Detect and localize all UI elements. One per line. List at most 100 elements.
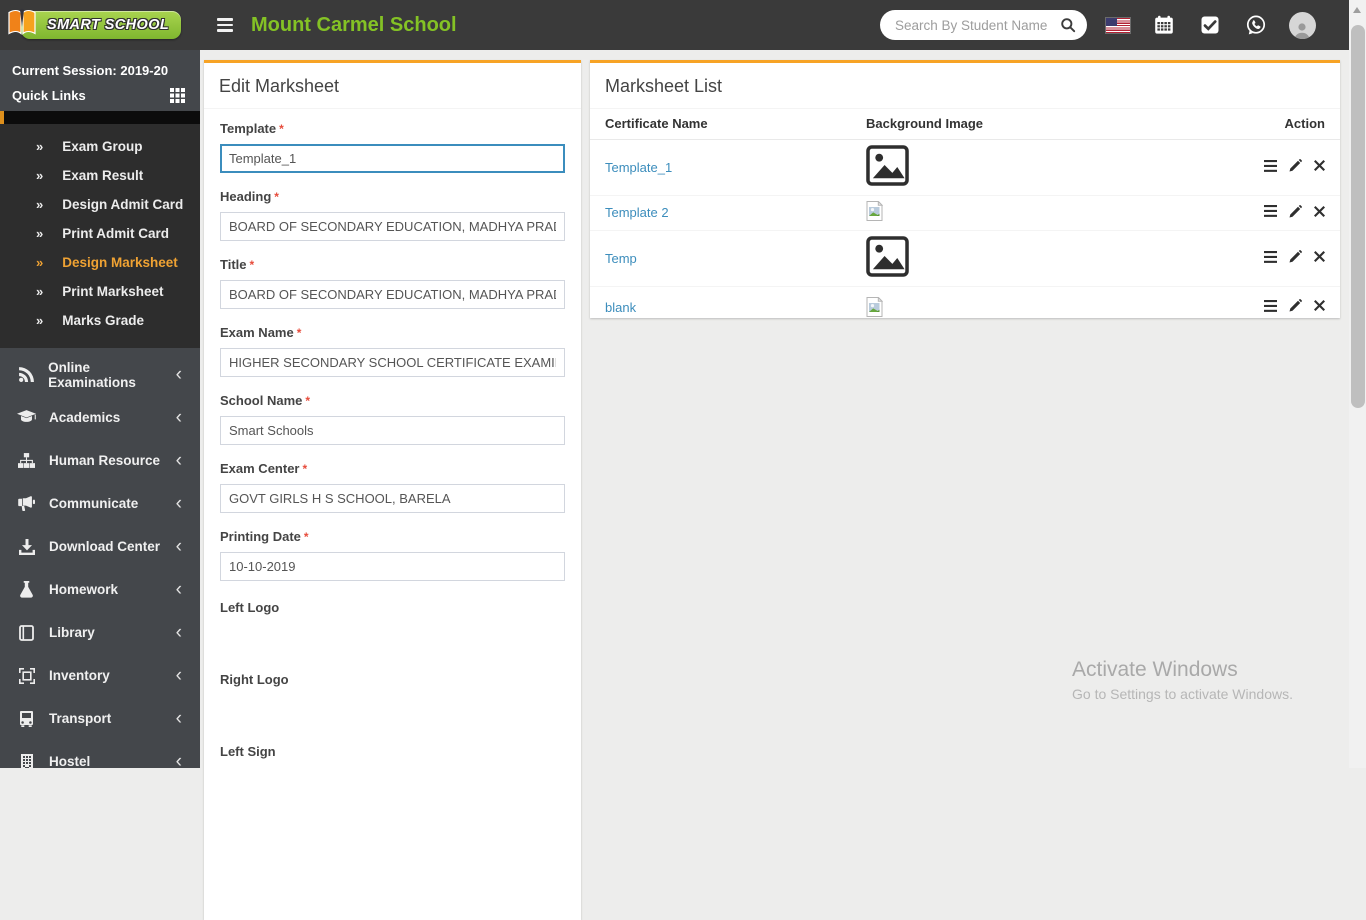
search-icon[interactable]	[1060, 17, 1076, 33]
list-icon[interactable]	[1264, 205, 1277, 218]
column-action: Action	[1228, 109, 1340, 140]
chevron-left-icon: ‹	[175, 407, 182, 428]
sidebar-item-print-marksheet[interactable]: » Print Marksheet	[0, 277, 200, 306]
pencil-icon[interactable]	[1289, 204, 1302, 218]
main-content: Edit Marksheet Template* Heading* Title*…	[200, 50, 1349, 920]
double-angle-icon: »	[36, 226, 44, 241]
sidebar-item-communicate[interactable]: Communicate ‹	[0, 482, 200, 525]
table-row: Temp	[590, 230, 1340, 287]
pencil-icon[interactable]	[1289, 299, 1302, 312]
box-icon	[16, 667, 37, 684]
certificate-link[interactable]: Template 2	[605, 205, 669, 220]
sidebar-item-transport[interactable]: Transport ‹	[0, 697, 200, 740]
pencil-icon[interactable]	[1289, 159, 1302, 172]
required-marker: *	[305, 394, 311, 408]
image-icon	[866, 145, 909, 186]
certificate-link[interactable]: Temp	[605, 251, 637, 266]
school-name-label: School Name *	[220, 393, 311, 408]
sidebar-item-human-resource[interactable]: Human Resource ‹	[0, 439, 200, 482]
user-menu-button[interactable]	[1279, 11, 1325, 39]
left-logo-label: Left Logo	[220, 600, 280, 615]
top-navbar: SMART SCHOOL Mount Carmel School	[0, 0, 1349, 50]
title-label: Title *	[220, 257, 255, 272]
school-name-input[interactable]	[220, 416, 565, 445]
chevron-left-icon: ‹	[175, 364, 182, 385]
template-label: Template *	[220, 121, 284, 136]
delete-icon[interactable]	[1314, 300, 1325, 312]
whatsapp-button[interactable]	[1233, 14, 1279, 36]
delete-icon[interactable]	[1314, 160, 1325, 172]
sidebar-item-library[interactable]: Library ‹	[0, 611, 200, 654]
flask-icon	[16, 581, 37, 598]
list-icon[interactable]	[1264, 159, 1277, 172]
rss-icon	[16, 366, 36, 383]
exam-name-input[interactable]	[220, 348, 565, 377]
delete-icon[interactable]	[1314, 205, 1325, 217]
sidebar: Current Session: 2019-20 Quick Links » E…	[0, 50, 200, 771]
required-marker: *	[303, 530, 309, 544]
sidebar-item-exam-result[interactable]: » Exam Result	[0, 161, 200, 190]
double-angle-icon: »	[36, 284, 44, 299]
pencil-icon[interactable]	[1289, 250, 1302, 263]
sidebar-item-exam-group[interactable]: » Exam Group	[0, 132, 200, 161]
bullhorn-icon	[16, 496, 37, 511]
heading-input[interactable]	[220, 212, 565, 241]
heading-label: Heading *	[220, 189, 279, 204]
quick-links[interactable]: Quick Links	[0, 78, 200, 111]
tasks-button[interactable]	[1187, 15, 1233, 35]
chevron-left-icon: ‹	[175, 536, 182, 557]
sidebar-toggle-button[interactable]	[213, 14, 237, 35]
sidebar-item-homework[interactable]: Homework ‹	[0, 568, 200, 611]
image-icon	[866, 236, 909, 277]
language-flag-button[interactable]	[1095, 17, 1141, 33]
left-sign-label: Left Sign	[220, 744, 276, 759]
double-angle-icon: »	[36, 255, 44, 270]
user-avatar	[1288, 11, 1316, 39]
broken-image-icon	[866, 292, 883, 318]
vertical-scrollbar[interactable]	[1349, 0, 1366, 768]
double-angle-icon: »	[36, 313, 44, 328]
delete-icon[interactable]	[1314, 251, 1325, 263]
exam-center-input[interactable]	[220, 484, 565, 513]
sidebar-item-inventory[interactable]: Inventory ‹	[0, 654, 200, 697]
sidebar-item-download-center[interactable]: Download Center ‹	[0, 525, 200, 568]
logo-area: SMART SCHOOL	[0, 0, 200, 50]
sidebar-item-design-admit-card[interactable]: » Design Admit Card	[0, 190, 200, 219]
student-search-box[interactable]	[880, 10, 1087, 40]
grid-icon	[170, 88, 185, 103]
scroll-up-arrow-icon[interactable]	[1353, 7, 1361, 13]
sidebar-item-print-admit-card[interactable]: » Print Admit Card	[0, 219, 200, 248]
calendar-button[interactable]	[1141, 15, 1187, 35]
certificate-link[interactable]: Template_1	[605, 160, 672, 175]
logo-text: SMART SCHOOL	[47, 17, 170, 33]
table-row: Template_1	[590, 139, 1340, 196]
exam-name-label: Exam Name *	[220, 325, 302, 340]
required-marker: *	[302, 462, 308, 476]
template-input[interactable]	[220, 144, 565, 173]
double-angle-icon: »	[36, 168, 44, 183]
list-icon[interactable]	[1264, 250, 1277, 263]
sidebar-item-hostel[interactable]: Hostel ‹	[0, 740, 200, 783]
calendar-icon	[1154, 15, 1174, 35]
app-logo[interactable]: SMART SCHOOL	[8, 8, 182, 39]
sidebar-item-academics[interactable]: Academics ‹	[0, 396, 200, 439]
printing-date-input[interactable]	[220, 552, 565, 581]
title-input[interactable]	[220, 280, 565, 309]
scrollbar-thumb[interactable]	[1350, 25, 1365, 408]
chevron-left-icon: ‹	[175, 450, 182, 471]
broken-image-icon	[866, 201, 883, 221]
exam-center-label: Exam Center *	[220, 461, 308, 476]
list-icon[interactable]	[1264, 299, 1277, 312]
sidebar-item-marks-grade[interactable]: » Marks Grade	[0, 306, 200, 335]
certificate-link[interactable]: blank	[605, 300, 636, 315]
search-input[interactable]	[893, 16, 1060, 34]
required-marker: *	[296, 326, 302, 340]
graduation-cap-icon	[16, 410, 37, 425]
table-row: blank	[590, 286, 1340, 318]
chevron-left-icon: ‹	[175, 622, 182, 643]
sidebar-item-design-marksheet[interactable]: » Design Marksheet	[0, 248, 200, 277]
bus-icon	[16, 710, 37, 727]
sidebar-item-online-examinations[interactable]: Online Examinations ‹	[0, 353, 200, 396]
double-angle-icon: »	[36, 139, 44, 154]
active-menu-header[interactable]	[0, 111, 200, 124]
